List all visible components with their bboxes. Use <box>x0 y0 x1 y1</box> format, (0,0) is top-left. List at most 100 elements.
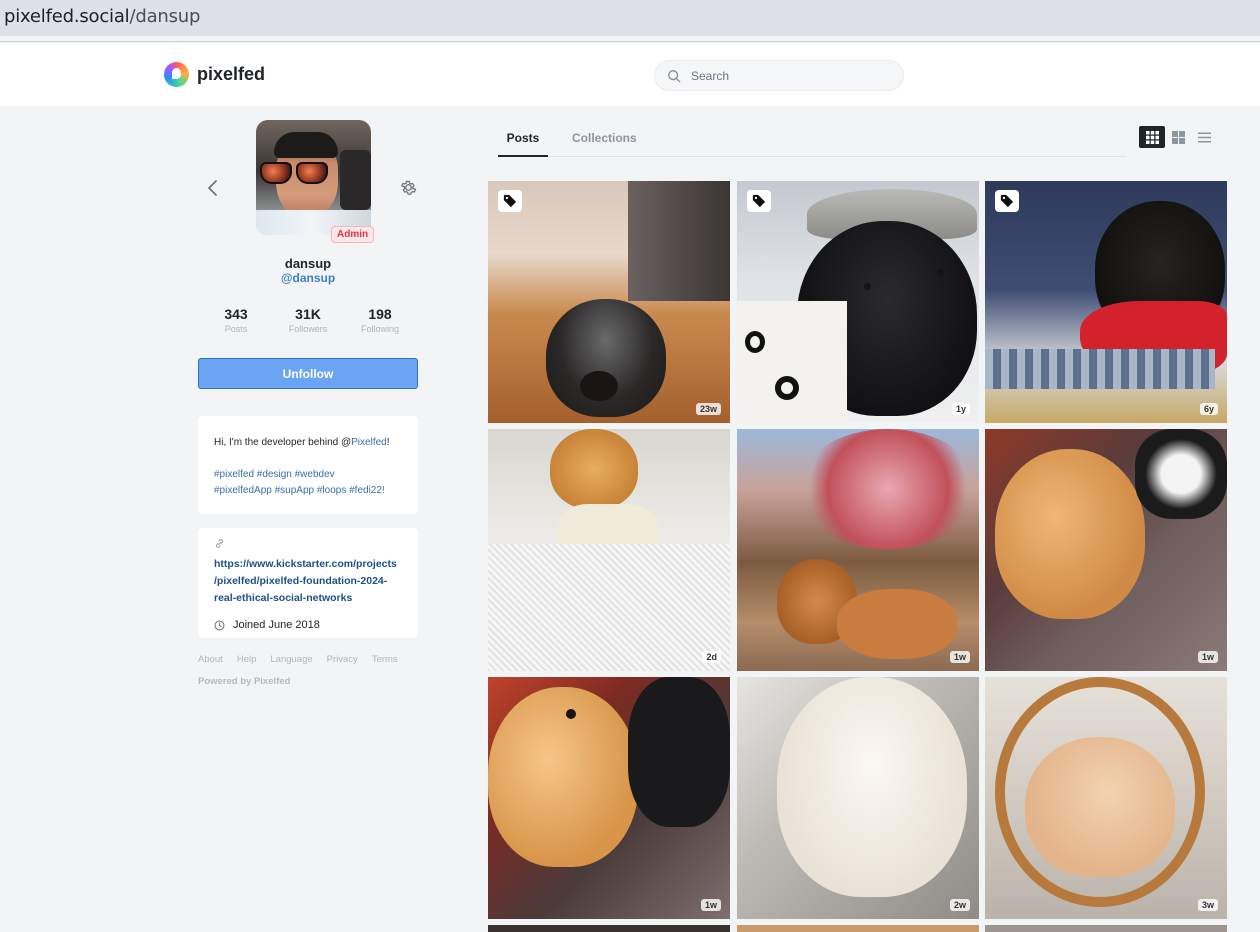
stat-value: 31K <box>295 306 321 322</box>
profile-avatar[interactable] <box>256 120 371 235</box>
footer-link-about[interactable]: About <box>198 654 223 665</box>
photo-detail <box>580 371 618 401</box>
photo-detail <box>550 429 638 509</box>
website-link[interactable]: https://www.kickstarter.com/projects /pi… <box>214 556 404 607</box>
footer-links: About Help Language Privacy Terms <box>198 654 412 665</box>
post-tile[interactable]: 1y <box>737 181 979 423</box>
post-timestamp: 2w <box>949 899 970 911</box>
footer-link-help[interactable]: Help <box>237 654 257 665</box>
post-timestamp: 23w <box>695 403 721 415</box>
footer-link-terms[interactable]: Terms <box>372 654 398 665</box>
browser-address-bar[interactable]: pixelfed.social/dansup <box>0 0 1260 36</box>
website-line: real-ethical-social-networks <box>214 592 353 604</box>
post-tile[interactable] <box>488 925 730 932</box>
post-timestamp: 6y <box>1199 403 1218 415</box>
post-timestamp: 1w <box>700 899 721 911</box>
photo-detail <box>628 181 730 301</box>
photo-detail <box>488 687 638 867</box>
post-photo <box>985 925 1227 932</box>
post-tile[interactable]: 1w <box>985 429 1227 671</box>
list-icon <box>1197 132 1211 142</box>
search-input[interactable] <box>691 68 891 83</box>
joined-text: Joined June 2018 <box>233 619 320 631</box>
tab-collections[interactable]: Collections <box>572 131 637 145</box>
photo-detail <box>566 709 576 719</box>
post-timestamp: 2d <box>702 651 721 663</box>
post-tile[interactable]: 1w <box>737 429 979 671</box>
photo-detail <box>797 429 979 549</box>
bio-intro-end: ! <box>386 437 390 448</box>
bio-hashtags[interactable]: #pixelfedApp #supApp #loops #fedi22! <box>214 483 402 499</box>
profile-tabs: Posts Collections <box>498 118 1126 157</box>
tag-icon <box>503 194 517 208</box>
settings-button[interactable] <box>399 178 418 197</box>
bio-mention-link[interactable]: Pixelfed <box>351 437 387 448</box>
bio-hashtags[interactable]: #pixelfed #design #webdev <box>214 467 402 483</box>
photo-detail <box>1135 429 1227 519</box>
post-tile[interactable]: 3w <box>985 677 1227 919</box>
bio-intro-text: Hi, I'm the developer behind @ <box>214 437 352 448</box>
back-button[interactable] <box>204 178 222 198</box>
post-tile[interactable]: 1w <box>488 677 730 919</box>
pixelfed-logo-icon <box>164 62 189 87</box>
post-timestamp: 1w <box>1197 651 1218 663</box>
photo-detail <box>777 677 967 897</box>
tagged-indicator <box>498 190 522 212</box>
bio-card: Hi, I'm the developer behind @Pixelfed! … <box>198 416 418 514</box>
top-navbar: pixelfed <box>0 43 1260 106</box>
tag-icon <box>752 194 766 208</box>
search-box[interactable] <box>654 60 904 91</box>
list-view-button[interactable] <box>1191 126 1217 148</box>
tagged-indicator <box>995 190 1019 212</box>
gear-icon <box>401 180 417 195</box>
post-tile[interactable] <box>737 925 979 932</box>
photo-detail <box>1025 737 1175 877</box>
stat-value: 198 <box>368 306 392 322</box>
photo-detail <box>995 449 1145 619</box>
photo-detail <box>745 331 765 353</box>
search-icon <box>668 69 681 82</box>
tab-posts[interactable]: Posts <box>498 131 548 157</box>
stat-value: 343 <box>224 306 248 322</box>
stat-posts[interactable]: 343 Posts <box>206 306 266 334</box>
post-tile[interactable] <box>985 925 1227 932</box>
address-url[interactable]: pixelfed.social/dansup <box>4 6 200 27</box>
stat-label: Posts <box>224 324 248 334</box>
unfollow-button[interactable]: Unfollow <box>198 358 418 389</box>
photo-detail <box>737 301 847 423</box>
layout-toggle <box>1139 126 1217 148</box>
stat-followers[interactable]: 31K Followers <box>278 306 338 334</box>
post-tile[interactable]: 6y <box>985 181 1227 423</box>
avatar-background <box>340 150 371 210</box>
chevron-left-icon <box>208 180 217 196</box>
footer-link-language[interactable]: Language <box>270 654 312 665</box>
joined-date: Joined June 2018 <box>214 619 402 631</box>
link-icon <box>215 539 224 548</box>
photo-detail <box>628 677 730 827</box>
profile-username-link[interactable]: @dansup <box>198 271 418 285</box>
post-timestamp: 3w <box>1197 899 1218 911</box>
grid-3-view-button[interactable] <box>1139 126 1165 148</box>
url-domain: pixelfed.social <box>4 6 130 27</box>
grid-icon <box>1145 130 1159 144</box>
browser-divider <box>0 36 1260 42</box>
powered-by[interactable]: Powered by Pixelfed <box>198 676 290 687</box>
avatar-sunglasses <box>260 162 332 184</box>
photo-detail <box>837 589 957 659</box>
website-line: https://www.kickstarter.com/projects <box>214 558 397 570</box>
links-card: https://www.kickstarter.com/projects /pi… <box>198 528 418 638</box>
url-path: /dansup <box>129 6 201 27</box>
post-tile[interactable]: 2d <box>488 429 730 671</box>
admin-badge: Admin <box>331 226 375 243</box>
photo-detail <box>775 376 799 400</box>
profile-display-name: dansup <box>284 256 332 271</box>
post-tile[interactable]: 2w <box>737 677 979 919</box>
website-line: /pixelfed/pixelfed-foundation-2024- <box>214 575 388 587</box>
tag-icon <box>1000 194 1014 208</box>
brand-logo-link[interactable]: pixelfed <box>164 62 265 87</box>
post-tile[interactable]: 23w <box>488 181 730 423</box>
grid-2-view-button[interactable] <box>1165 126 1191 148</box>
profile-stats: 343 Posts 31K Followers 198 Following <box>206 306 410 334</box>
stat-following[interactable]: 198 Following <box>350 306 410 334</box>
footer-link-privacy[interactable]: Privacy <box>327 654 358 665</box>
